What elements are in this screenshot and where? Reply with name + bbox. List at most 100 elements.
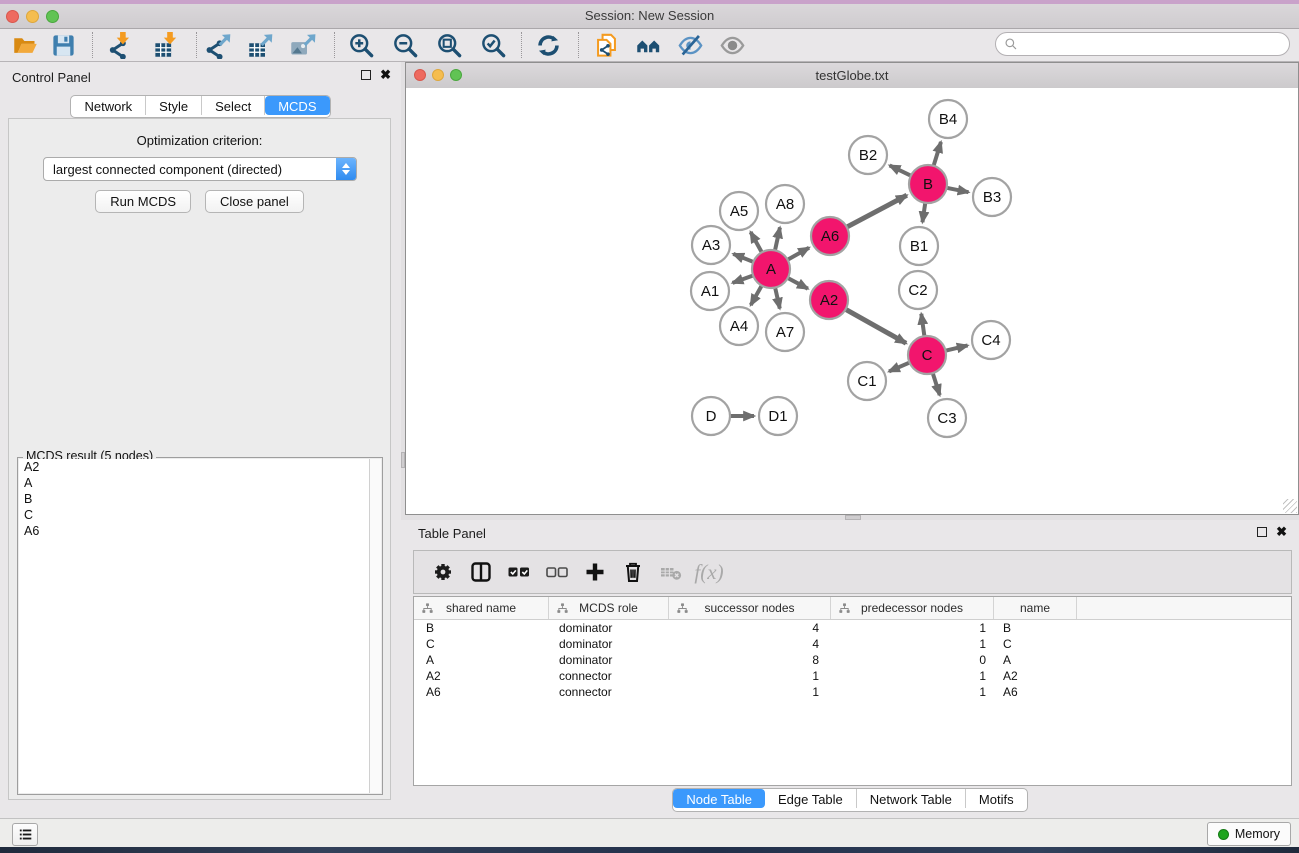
tab-network-table[interactable]: Network Table <box>857 789 966 808</box>
search-input[interactable] <box>1018 35 1289 53</box>
column-header-shared-name[interactable]: shared name <box>414 597 549 619</box>
zoom-out-button[interactable] <box>388 30 422 60</box>
import-network-button[interactable] <box>102 30 136 60</box>
deselect-all-rows-button[interactable] <box>538 555 576 589</box>
graph-node-B2[interactable]: B2 <box>849 136 887 174</box>
show-all-button[interactable] <box>715 30 749 60</box>
search-box[interactable] <box>995 32 1290 56</box>
zoom-selected-button[interactable] <box>476 30 510 60</box>
graph-node-D1[interactable]: D1 <box>759 397 797 435</box>
graph-node-A5[interactable]: A5 <box>720 192 758 230</box>
mcds-result-item[interactable]: C <box>19 507 369 523</box>
graph-node-C[interactable]: C <box>908 336 946 374</box>
graph-node-B4[interactable]: B4 <box>929 100 967 138</box>
apply-layout-button[interactable] <box>531 30 565 60</box>
main-toolbar <box>0 29 1299 62</box>
graph-node-A1[interactable]: A1 <box>691 272 729 310</box>
table-row[interactable]: Cdominator41C <box>414 636 1291 652</box>
graph-node-A6[interactable]: A6 <box>811 217 849 255</box>
table-cell: B <box>414 620 549 636</box>
mcds-result-item[interactable]: A6 <box>19 523 369 539</box>
criterion-select[interactable]: largest connected component (directed) <box>43 157 357 181</box>
run-mcds-button[interactable]: Run MCDS <box>95 190 191 213</box>
tab-mcds[interactable]: MCDS <box>265 96 329 115</box>
float-panel-icon[interactable] <box>361 70 371 80</box>
column-header-MCDS-role[interactable]: MCDS role <box>549 597 669 619</box>
new-network-from-selection-button[interactable] <box>589 30 623 60</box>
import-table-icon <box>152 32 179 59</box>
graph-node-B3[interactable]: B3 <box>973 178 1011 216</box>
edge-C-C4 <box>945 345 967 350</box>
table-delete-icon <box>659 560 683 584</box>
tab-motifs[interactable]: Motifs <box>966 789 1027 808</box>
export-table-button[interactable] <box>243 30 277 60</box>
add-column-button[interactable] <box>576 555 614 589</box>
delete-column-button[interactable] <box>614 555 652 589</box>
svg-text:A5: A5 <box>730 203 748 220</box>
save-session-button[interactable] <box>46 30 80 60</box>
mcds-result-item[interactable]: B <box>19 491 369 507</box>
graph-node-C3[interactable]: C3 <box>928 399 966 437</box>
toolbar-group <box>344 30 510 60</box>
graph-node-A8[interactable]: A8 <box>766 185 804 223</box>
zoom-in-button[interactable] <box>344 30 378 60</box>
window-resize-grip[interactable] <box>1283 499 1297 513</box>
plus-icon <box>583 560 607 584</box>
float-panel-icon[interactable] <box>1257 527 1267 537</box>
mcds-result-item[interactable]: A2 <box>19 459 369 475</box>
memory-status-icon <box>1218 829 1229 840</box>
network-window-titlebar[interactable]: testGlobe.txt <box>406 63 1298 89</box>
graph-node-B[interactable]: B <box>909 165 947 203</box>
tab-network[interactable]: Network <box>71 96 146 115</box>
graph-node-B1[interactable]: B1 <box>900 227 938 265</box>
tab-edge-table[interactable]: Edge Table <box>765 789 857 808</box>
export-network-button[interactable] <box>201 30 235 60</box>
column-header-label: shared name <box>446 601 516 615</box>
mcds-result-item[interactable]: A <box>19 475 369 491</box>
export-image-button[interactable] <box>285 30 319 60</box>
status-bar: Memory <box>0 818 1299 847</box>
import-table-button[interactable] <box>148 30 182 60</box>
tab-style[interactable]: Style <box>146 96 202 115</box>
close-panel-icon[interactable]: ✖ <box>380 70 391 80</box>
graph-node-A4[interactable]: A4 <box>720 307 758 345</box>
graph-node-C1[interactable]: C1 <box>848 362 886 400</box>
first-neighbors-button[interactable] <box>631 30 665 60</box>
table-row[interactable]: A6connector11A6 <box>414 684 1291 700</box>
graph-node-A2[interactable]: A2 <box>810 281 848 319</box>
column-header-name[interactable]: name <box>994 597 1077 619</box>
column-header-predecessor-nodes[interactable]: predecessor nodes <box>831 597 994 619</box>
graph-node-A3[interactable]: A3 <box>692 226 730 264</box>
graph-node-A[interactable]: A <box>752 250 790 288</box>
mcds-result-list[interactable]: A2ABCA6 <box>19 459 370 793</box>
memory-button[interactable]: Memory <box>1207 822 1291 846</box>
mcds-result-scrollbar[interactable] <box>370 459 381 793</box>
close-panel-icon[interactable]: ✖ <box>1276 527 1287 537</box>
graph-node-C4[interactable]: C4 <box>972 321 1010 359</box>
close-panel-button[interactable]: Close panel <box>205 190 304 213</box>
main-titlebar[interactable]: Session: New Session <box>0 4 1299 29</box>
table-row[interactable]: A2connector11A2 <box>414 668 1291 684</box>
task-history-button[interactable] <box>12 823 38 846</box>
graph-node-C2[interactable]: C2 <box>899 271 937 309</box>
table-row[interactable]: Adominator80A <box>414 652 1291 668</box>
tab-select[interactable]: Select <box>202 96 265 115</box>
settings-button[interactable] <box>424 555 462 589</box>
network-graph: A A1 A2 A3 A4 A5 A6 A7 A8 B B1 B2 B3 B4 C C1 C2 C3 C4 D D1 <box>406 88 1298 514</box>
column-header-label: MCDS role <box>579 601 638 615</box>
zoom-fit-button[interactable] <box>432 30 466 60</box>
table-cell: 4 <box>669 636 831 652</box>
select-all-rows-button[interactable] <box>500 555 538 589</box>
open-session-button[interactable] <box>8 30 42 60</box>
table-panel-title: Table Panel <box>418 526 486 541</box>
table-cell: A2 <box>994 668 1077 684</box>
column-layout-button[interactable] <box>462 555 500 589</box>
graph-node-D[interactable]: D <box>692 397 730 435</box>
graph-node-A7[interactable]: A7 <box>766 313 804 351</box>
hide-selected-button[interactable] <box>673 30 707 60</box>
network-canvas[interactable]: A A1 A2 A3 A4 A5 A6 A7 A8 B B1 B2 B3 B4 C C1 C2 C3 C4 D D1 <box>406 88 1298 514</box>
show-eye-icon <box>719 32 746 59</box>
tab-node-table[interactable]: Node Table <box>673 789 765 808</box>
column-header-successor-nodes[interactable]: successor nodes <box>669 597 831 619</box>
table-row[interactable]: Bdominator41B <box>414 620 1291 636</box>
